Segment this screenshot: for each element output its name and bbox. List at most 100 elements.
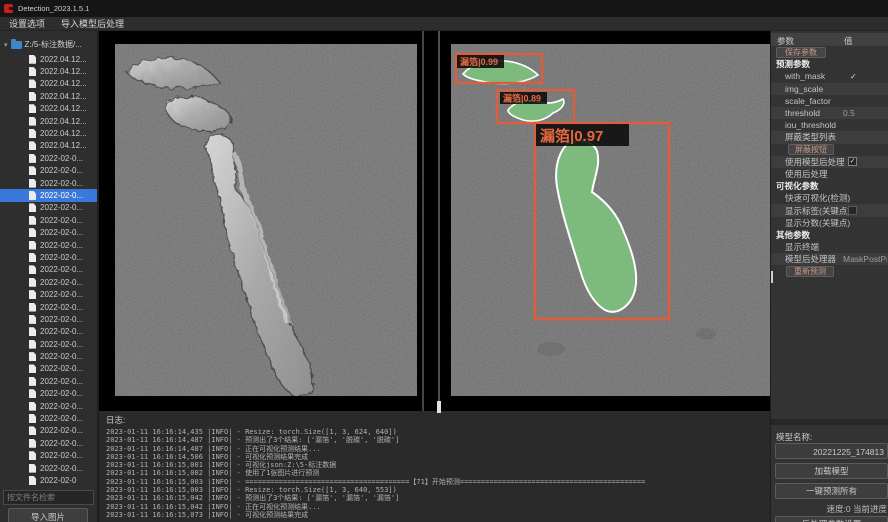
- tree-item[interactable]: 2022-02-0...: [0, 152, 97, 164]
- log-line: 2023-01-11 16:16:15,001 |INFO| - 可视化json…: [106, 461, 770, 469]
- tree-item[interactable]: 2022.04.12...: [0, 103, 97, 115]
- param-row[interactable]: 模型后处理器MaskPostPro: [771, 253, 888, 265]
- param-row[interactable]: 屏蔽类型列表: [771, 131, 888, 143]
- tree-item[interactable]: 2022.04.12...: [0, 78, 97, 90]
- tree-item[interactable]: 2022-02-0: [0, 474, 97, 486]
- tree-item[interactable]: 2022-02-0...: [0, 288, 97, 300]
- tree-item[interactable]: 2022-02-0...: [0, 350, 97, 362]
- tree-item[interactable]: 2022-02-0...: [0, 177, 97, 189]
- param-label: scale_factor: [771, 96, 831, 106]
- splitter-handle[interactable]: [771, 271, 773, 283]
- param-button-row: 保存参数: [776, 46, 888, 58]
- tree-item-label: 2022-02-0...: [40, 340, 83, 349]
- tree-item-label: 2022-02-0...: [40, 389, 83, 398]
- tree-item-label: 2022-02-0...: [40, 253, 83, 262]
- tree-item[interactable]: 2022-02-0...: [0, 338, 97, 350]
- tree-item[interactable]: 2022-02-0...: [0, 400, 97, 412]
- log-line: 2023-01-11 16:16:15,073 |INFO| - 可视化预测结果…: [106, 511, 770, 519]
- parameters-panel: 参数 值 保存参数预测参数with_mask✓img_scalescale_fa…: [770, 31, 888, 522]
- tree-item[interactable]: 2022-02-0...: [0, 375, 97, 387]
- param-row[interactable]: with_mask✓: [771, 70, 888, 82]
- load-model-button[interactable]: 加载模型: [775, 463, 888, 479]
- param-row[interactable]: threshold0.5: [771, 107, 888, 119]
- log-panel: 日志: 2023-01-11 16:16:14,435 |INFO| - Res…: [99, 411, 770, 522]
- param-label: 屏蔽类型列表: [771, 131, 836, 143]
- tree-item[interactable]: 2022-02-0...: [0, 313, 97, 325]
- file-icon: [29, 290, 36, 299]
- checkbox[interactable]: ✓: [848, 157, 857, 166]
- tree-item[interactable]: 2022-02-0...: [0, 301, 97, 313]
- tree-item[interactable]: 2022-02-0...: [0, 214, 97, 226]
- tree-item[interactable]: 2022-02-0...: [0, 425, 97, 437]
- param-row[interactable]: 快速可视化(检测): [771, 192, 888, 204]
- tree-item[interactable]: 2022.04.12...: [0, 140, 97, 152]
- model-name-field[interactable]: 20221225_174813: [775, 443, 888, 459]
- tree-item-label: 2022.04.12...: [40, 92, 87, 101]
- import-images-button[interactable]: 导入图片: [8, 508, 88, 522]
- param-button[interactable]: 保存参数: [776, 47, 826, 58]
- menu-item-import-postprocess[interactable]: 导入模型后处理: [61, 17, 124, 30]
- file-tree-panel: ▾ Z:/5-标注数据/... 2022.04.12...2022.04.12.…: [0, 31, 97, 522]
- param-button[interactable]: 重新预测: [786, 266, 834, 277]
- file-icon: [29, 166, 36, 175]
- prediction-image[interactable]: 漏箔|0.99 漏箔|0.89 漏箔|0.97: [451, 44, 770, 396]
- tree-item[interactable]: 2022-02-0...: [0, 326, 97, 338]
- param-section-header: 可视化参数: [771, 180, 888, 192]
- tree-root-folder[interactable]: ▾ Z:/5-标注数据/...: [4, 39, 97, 50]
- param-value: 0.5: [843, 108, 887, 118]
- tree-item[interactable]: 2022.04.12...: [0, 115, 97, 127]
- tree-item-label: 2022-02-0...: [40, 203, 83, 212]
- log-line: 2023-01-11 16:16:14,487 |INFO| - 预测出了3个结…: [106, 436, 770, 444]
- param-row[interactable]: 显示终端: [771, 241, 888, 253]
- tree-item[interactable]: 2022-02-0...: [0, 251, 97, 263]
- postprocess-settings-button[interactable]: 后处理参数设置: [775, 516, 888, 522]
- param-row[interactable]: 使用模型后处理✓: [771, 156, 888, 168]
- menu-item-settings[interactable]: 设置选项: [9, 17, 45, 30]
- scrollbar-thumb[interactable]: [437, 401, 441, 413]
- tree-item[interactable]: 2022-02-0...: [0, 276, 97, 288]
- param-section-header: 预测参数: [771, 58, 888, 70]
- checkbox[interactable]: [848, 206, 857, 215]
- tree-item[interactable]: 2022.04.12...: [0, 53, 97, 65]
- tree-item[interactable]: 2022-02-0...: [0, 388, 97, 400]
- tree-item[interactable]: 2022-02-0...: [0, 165, 97, 177]
- file-icon: [29, 154, 36, 163]
- file-icon: [29, 315, 36, 324]
- center-area: 漏箔|0.99 漏箔|0.89 漏箔|0.97 日志: 2023-01-11 1…: [97, 31, 770, 522]
- tree-item[interactable]: 2022-02-0...: [0, 202, 97, 214]
- log-title: 日志:: [106, 414, 770, 426]
- param-button-row: 重新预测: [786, 265, 888, 277]
- log-line: 2023-01-11 16:16:14,506 |INFO| - 可视化预测结果…: [106, 453, 770, 461]
- tree-item-label: 2022-02-0...: [40, 451, 83, 460]
- tree-item[interactable]: 2022-02-0...: [0, 226, 97, 238]
- tree-item[interactable]: 2022-02-0...: [0, 239, 97, 251]
- tree-item[interactable]: 2022-02-0...: [0, 189, 97, 201]
- param-row[interactable]: 显示分数(关键点): [771, 217, 888, 229]
- original-image[interactable]: [115, 44, 417, 396]
- tree-item[interactable]: 2022-02-0...: [0, 264, 97, 276]
- param-row[interactable]: 使用后处理: [771, 168, 888, 180]
- tree-item-label: 2022-02-0...: [40, 327, 83, 336]
- panel-divider[interactable]: [438, 31, 440, 411]
- tree-item[interactable]: 2022-02-0...: [0, 450, 97, 462]
- file-icon: [29, 340, 36, 349]
- file-icon: [29, 203, 36, 212]
- param-row[interactable]: 显示标签(关键点): [771, 204, 888, 216]
- tree-item[interactable]: 2022-02-0...: [0, 363, 97, 375]
- image-viewer: 漏箔|0.99 漏箔|0.89 漏箔|0.97: [99, 31, 770, 411]
- param-row[interactable]: iou_threshold: [771, 119, 888, 131]
- tree-item[interactable]: 2022.04.12...: [0, 127, 97, 139]
- param-row[interactable]: img_scale: [771, 83, 888, 95]
- tree-item[interactable]: 2022-02-0...: [0, 462, 97, 474]
- file-icon: [29, 129, 36, 138]
- file-icon: [29, 141, 36, 150]
- param-row[interactable]: scale_factor: [771, 95, 888, 107]
- tree-expand-arrow-icon[interactable]: ▾: [4, 41, 8, 49]
- tree-item[interactable]: 2022.04.12...: [0, 90, 97, 102]
- predict-all-button[interactable]: 一键预测所有: [775, 483, 888, 499]
- search-input[interactable]: [3, 490, 94, 505]
- tree-item[interactable]: 2022-02-0...: [0, 412, 97, 424]
- tree-item[interactable]: 2022.04.12...: [0, 65, 97, 77]
- tree-item[interactable]: 2022-02-0...: [0, 437, 97, 449]
- param-button[interactable]: 屏蔽按钮: [788, 144, 834, 155]
